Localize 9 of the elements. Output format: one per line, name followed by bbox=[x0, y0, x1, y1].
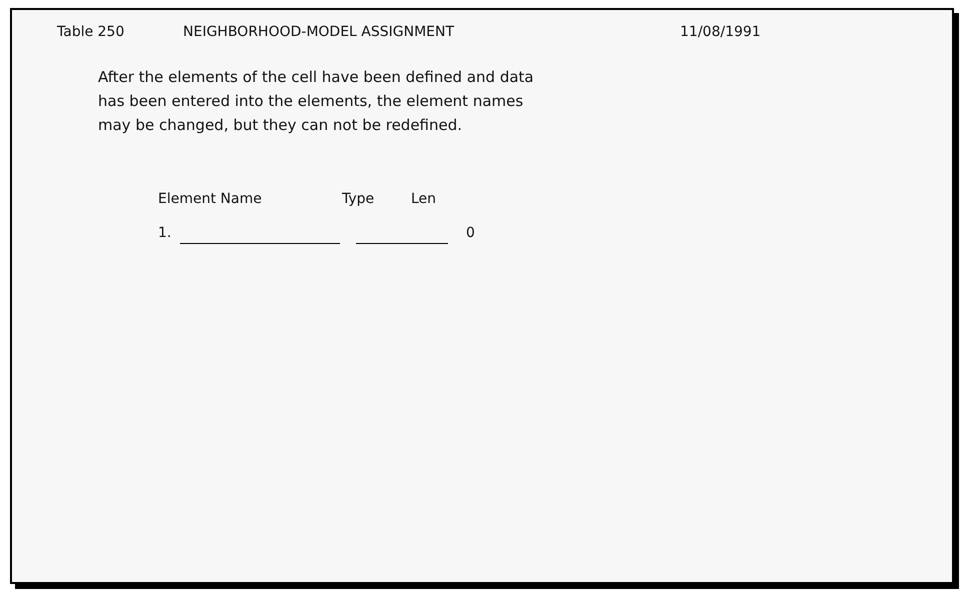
row-number: 1. bbox=[158, 224, 172, 243]
date: 11/08/1991 bbox=[680, 23, 761, 42]
column-header: Len bbox=[411, 190, 436, 209]
column-header: Type bbox=[342, 190, 376, 209]
instructions-paragraph: After the elements of the cell have been defined and data has been entered into the elements, the element names may be changed, but they can not be redefined. bbox=[98, 67, 535, 136]
column-header: Element Name bbox=[158, 190, 263, 209]
table-number: Table 250 bbox=[57, 23, 126, 42]
screen-title: NEIGHBORHOOD-MODEL ASSIGNMENT bbox=[183, 23, 456, 42]
length-value: 0 bbox=[466, 224, 475, 243]
